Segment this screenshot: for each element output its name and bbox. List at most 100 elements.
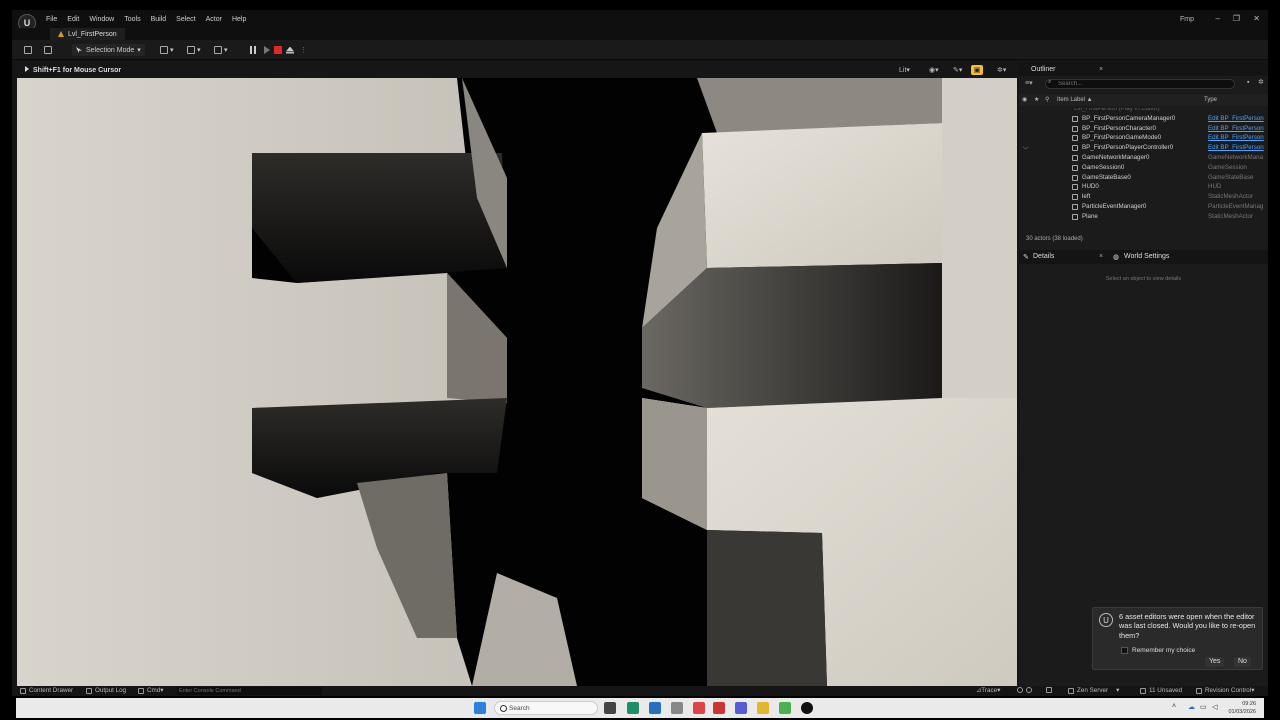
taskbar-search[interactable]: Search bbox=[494, 701, 598, 715]
output-log-label: Output Log bbox=[95, 687, 127, 694]
minimize-button[interactable]: – bbox=[1216, 14, 1220, 23]
add-folder-icon[interactable]: ▪ bbox=[1247, 79, 1249, 86]
remember-choice-checkbox[interactable]: Remember my choice bbox=[1121, 647, 1195, 654]
selection-mode-dropdown[interactable]: Selection Mode ▾ bbox=[72, 44, 145, 56]
step-icon[interactable] bbox=[264, 46, 270, 54]
network-icon[interactable]: ▭ bbox=[1200, 703, 1207, 711]
lock-icon[interactable]: ⚲ bbox=[1045, 96, 1049, 103]
pause-icon[interactable] bbox=[250, 46, 252, 54]
trash-button[interactable] bbox=[1046, 687, 1055, 693]
view-mode-dropdown[interactable]: Lit ▾ bbox=[899, 65, 910, 75]
world-settings-tab[interactable]: World Settings bbox=[1124, 253, 1169, 260]
app-icon[interactable] bbox=[713, 702, 725, 714]
zen-server-label: Zen Server bbox=[1077, 687, 1109, 694]
console-input[interactable] bbox=[177, 687, 322, 695]
content-browser-button[interactable] bbox=[44, 44, 52, 56]
no-button[interactable]: No bbox=[1234, 657, 1251, 667]
menu-build[interactable]: Build bbox=[151, 16, 167, 23]
edit-blueprint-link[interactable]: Edit BP_FirstPerson bbox=[1208, 125, 1266, 132]
output-log-button[interactable]: Output Log bbox=[86, 687, 126, 694]
gear-icon[interactable]: ✲ bbox=[1258, 78, 1264, 86]
menu-help[interactable]: Help bbox=[232, 16, 246, 23]
unsaved-button[interactable]: 11 Unsaved bbox=[1140, 687, 1182, 694]
cursor-icon bbox=[76, 47, 82, 53]
store-icon[interactable] bbox=[649, 702, 661, 714]
lower-right-shadow bbox=[707, 530, 827, 686]
blueprint-button[interactable]: ▾ bbox=[187, 44, 201, 56]
content-drawer-button[interactable]: Content Drawer bbox=[20, 687, 73, 694]
outliner-row-label: GameStateBase0 bbox=[1082, 173, 1131, 181]
details-tab[interactable]: Details bbox=[1033, 253, 1054, 260]
maximize-button[interactable]: ❐ bbox=[1233, 14, 1240, 23]
outliner-row[interactable]: GameSession0 GameSession bbox=[1019, 163, 1268, 173]
pin-icon[interactable]: ★ bbox=[1034, 96, 1039, 103]
volume-icon[interactable]: ◁ bbox=[1212, 703, 1217, 711]
menu-select[interactable]: Select bbox=[176, 16, 195, 23]
level-tab-row: Lvl_FirstPerson bbox=[12, 28, 1268, 40]
filter-icon[interactable]: ≡▾ bbox=[1025, 79, 1033, 87]
task-view-icon[interactable] bbox=[604, 702, 616, 714]
menu-edit[interactable]: Edit bbox=[67, 16, 79, 23]
visibility-icon[interactable]: ◉ bbox=[1022, 96, 1027, 103]
pause-icon[interactable] bbox=[254, 46, 256, 54]
edit-blueprint-link[interactable]: Edit BP_FirstPerson bbox=[1208, 115, 1266, 122]
outliner-tab[interactable]: Outliner × bbox=[1019, 62, 1268, 76]
stop-icon[interactable] bbox=[274, 46, 282, 54]
menu-actor[interactable]: Actor bbox=[206, 16, 222, 23]
outliner-row[interactable]: ◡ BP_FirstPersonPlayerController0 Edit BP_… bbox=[1019, 143, 1268, 153]
outliner-row[interactable]: HUD0 HUD bbox=[1019, 182, 1268, 192]
more-icon[interactable]: ⋮ bbox=[300, 46, 307, 54]
cloud-icon[interactable]: ☁ bbox=[1188, 703, 1195, 711]
save-button[interactable] bbox=[24, 44, 32, 56]
yes-button[interactable]: Yes bbox=[1205, 657, 1225, 667]
unreal-taskbar-icon[interactable] bbox=[801, 702, 813, 714]
outliner-row[interactable]: Plane StaticMeshActor bbox=[1019, 212, 1268, 222]
taskbar-clock[interactable]: 09:26 01/03/2026 bbox=[1228, 700, 1256, 716]
chevron-down-icon: ▾ bbox=[958, 67, 963, 74]
snipping-icon[interactable] bbox=[671, 702, 683, 714]
menu-file[interactable]: File bbox=[46, 16, 57, 23]
outliner-search-input[interactable] bbox=[1045, 79, 1235, 89]
level-tab[interactable]: Lvl_FirstPerson bbox=[50, 28, 125, 40]
highres-toggle[interactable]: ▣ bbox=[971, 65, 983, 75]
item-label-column[interactable]: Item Label ▲ bbox=[1057, 97, 1093, 103]
edit-blueprint-link[interactable]: Edit BP_FirstPerson bbox=[1208, 134, 1266, 141]
revision-control-dropdown[interactable]: Revision Control ▾ bbox=[1196, 687, 1254, 694]
close-icon[interactable]: × bbox=[1099, 253, 1103, 260]
outliner-row[interactable]: BP_FirstPersonCameraManager0 Edit BP_Firs… bbox=[1019, 114, 1268, 124]
menu-tools[interactable]: Tools bbox=[124, 16, 140, 23]
outliner-row[interactable]: BP_FirstPersonCharacter0 Edit BP_FirstPer… bbox=[1019, 124, 1268, 134]
level-tab-label: Lvl_FirstPerson bbox=[68, 30, 117, 38]
file-explorer-icon[interactable] bbox=[757, 702, 769, 714]
cinematics-button[interactable]: ▾ bbox=[214, 44, 228, 56]
teams-icon[interactable] bbox=[735, 702, 747, 714]
zen-server-dropdown[interactable]: Zen Server ▾ bbox=[1068, 687, 1119, 694]
edge-icon[interactable] bbox=[627, 702, 639, 714]
type-column[interactable]: Type bbox=[1204, 97, 1217, 103]
level-viewport[interactable]: Shift+F1 for Mouse Cursor Lit ▾ ◉ ▾ ✎ ▾ ▣ ✲… bbox=[17, 62, 1017, 686]
outliner-row-label: HUD0 bbox=[1082, 183, 1099, 191]
start-icon[interactable] bbox=[474, 702, 486, 714]
cmd-dropdown[interactable]: Cmd ▾ bbox=[138, 687, 163, 694]
add-actor-button[interactable]: ▾ bbox=[160, 44, 174, 56]
tray-chevron-icon[interactable]: ˄ bbox=[1172, 703, 1176, 710]
outliner-row[interactable]: ParticleEventManager0 ParticleEventManag bbox=[1019, 202, 1268, 212]
outliner-row[interactable]: GameNetworkManager0 GameNetworkMana bbox=[1019, 153, 1268, 163]
close-button[interactable]: ✕ bbox=[1253, 14, 1260, 23]
app-icon-green[interactable] bbox=[779, 702, 791, 714]
edit-blueprint-link[interactable]: Edit BP_FirstPerson bbox=[1208, 144, 1266, 151]
realtime-dropdown[interactable]: ✎ ▾ bbox=[953, 65, 962, 75]
viewport-settings-button[interactable]: ✲ ▾ bbox=[997, 65, 1006, 75]
menu-window[interactable]: Window bbox=[89, 16, 114, 23]
outliner-row[interactable]: left StaticMeshActor bbox=[1019, 192, 1268, 202]
trace-dropdown[interactable]: ⊿ Trace ▾ bbox=[976, 687, 1000, 694]
browser-icon[interactable] bbox=[693, 702, 705, 714]
visibility-icon[interactable]: ◡ bbox=[1023, 143, 1028, 150]
show-flags-dropdown[interactable]: ◉ ▾ bbox=[929, 65, 939, 75]
record-controls[interactable] bbox=[1017, 687, 1035, 693]
outliner-row[interactable]: BP_FirstPersonGameMode0 Edit BP_FirstPers… bbox=[1019, 133, 1268, 143]
outliner-row[interactable]: GameStateBase0 GameStateBase bbox=[1019, 173, 1268, 183]
eject-icon[interactable] bbox=[286, 46, 294, 54]
outliner-row-type: HUD bbox=[1208, 183, 1222, 191]
close-icon[interactable]: × bbox=[1099, 66, 1103, 73]
